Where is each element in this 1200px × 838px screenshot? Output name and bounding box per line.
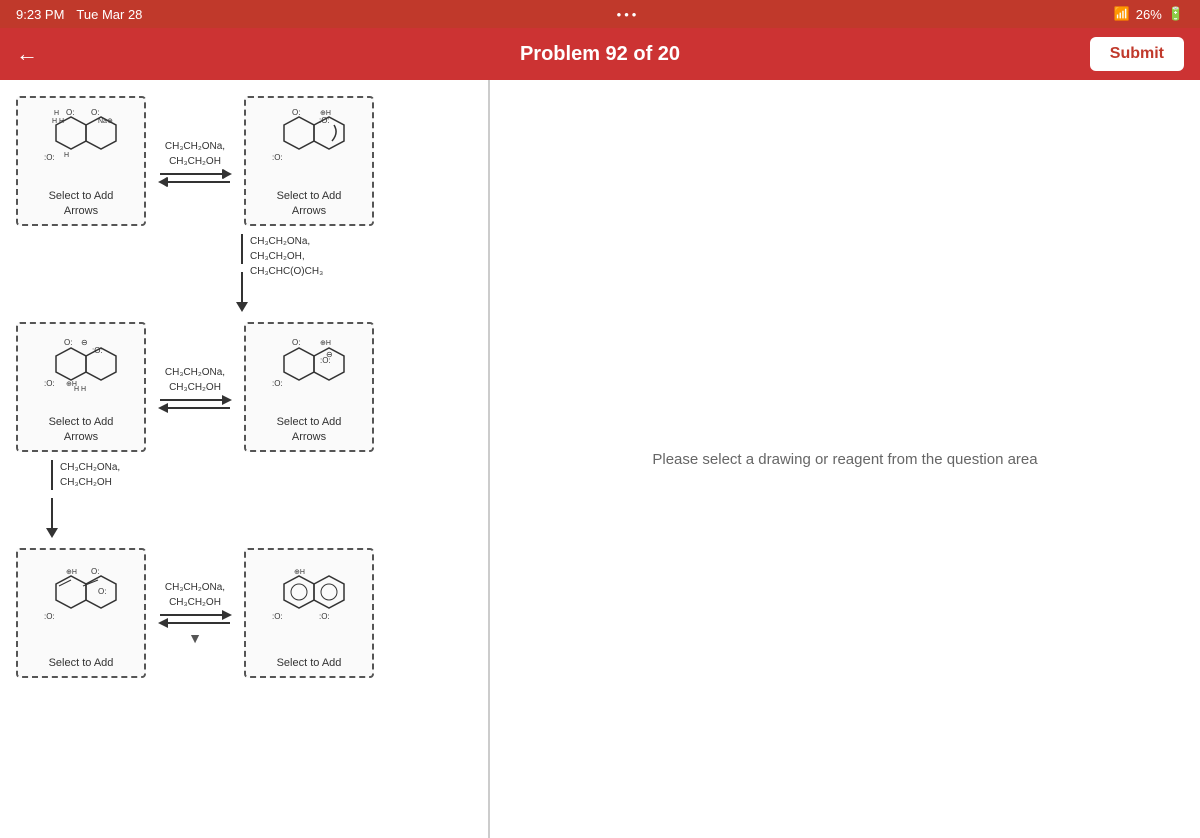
molecule-box-2-left[interactable]: O: ⊖ ⊕H :O: :O: H H Select to AddArrows <box>16 322 146 452</box>
svg-text:H: H <box>64 152 69 159</box>
select-label-3-right: Select to Add <box>277 656 342 670</box>
equilibrium-arrows-3 <box>160 614 230 624</box>
svg-text::O:: :O: <box>319 612 330 621</box>
svg-text:H: H <box>54 110 59 117</box>
svg-text:O:: O: <box>91 108 99 117</box>
svg-text::O:: :O: <box>320 356 331 365</box>
select-label-2-left: Select to AddArrows <box>49 415 114 444</box>
molecule-drawing-2-left: O: ⊖ ⊕H :O: :O: H H <box>24 330 138 411</box>
battery-level: 26% <box>1136 7 1162 22</box>
equilibrium-arrows-1 <box>160 173 230 183</box>
svg-text:O:: O: <box>64 338 72 347</box>
time: 9:23 PM <box>16 7 64 22</box>
dots-icon: ••• <box>617 7 640 22</box>
svg-text::O:: :O: <box>272 153 283 162</box>
back-icon: ← <box>16 41 38 67</box>
page-title: Problem 92 of 20 <box>520 43 680 66</box>
vertical-arrow-2: CH₃CH₂ONa,CH₃CH₂OH <box>46 460 58 538</box>
arrow-forward-1 <box>160 173 230 175</box>
svg-text:O:: O: <box>66 108 74 117</box>
arrow-area-2: CH₃CH₂ONa,CH₃CH₂OH <box>150 365 240 409</box>
reaction-row-3: ⊕H O: :O: O: Select to Add CH₃CH₂ONa,CH₃… <box>16 548 472 678</box>
answer-placeholder: Please select a drawing or reagent from … <box>652 451 1037 468</box>
select-label-2-right: Select to AddArrows <box>277 415 342 444</box>
arrow-area-1: CH₃CH₂ONa,CH₃CH₂OH <box>150 139 240 183</box>
answer-panel: Please select a drawing or reagent from … <box>490 80 1200 838</box>
status-bar: 9:23 PM Tue Mar 28 ••• 📶 26% 🔋 <box>0 0 1200 28</box>
date: Tue Mar 28 <box>76 7 142 22</box>
svg-text:⊖: ⊖ <box>81 338 88 347</box>
svg-text:H H: H H <box>52 118 64 125</box>
submit-button[interactable]: Submit <box>1090 37 1184 71</box>
back-button[interactable]: ← <box>16 41 38 67</box>
svg-text::O:: :O: <box>319 116 330 125</box>
select-label-1-left: Select to AddArrows <box>49 189 114 218</box>
molecule-box-3-right[interactable]: ⊕H :O: :O: Select to Add <box>244 548 374 678</box>
vertical-connector-2: CH₃CH₂ONa,CH₃CH₂OH <box>46 460 472 540</box>
svg-text::O:: :O: <box>92 346 103 355</box>
arrow-back-1 <box>160 181 230 183</box>
vertical-arrow-1: CH₃CH₂ONa,CH₃CH₂OH,CH₃CHC(O)CH₃ <box>236 234 248 312</box>
arrow-area-3: CH₃CH₂ONa,CH₃CH₂OH ▼ <box>150 580 240 646</box>
svg-text::O:: :O: <box>272 379 283 388</box>
svg-text:O:: O: <box>98 587 106 596</box>
status-right: 📶 26% 🔋 <box>1114 6 1184 22</box>
svg-text::O:: :O: <box>272 612 283 621</box>
molecule-box-3-left[interactable]: ⊕H O: :O: O: Select to Add <box>16 548 146 678</box>
svg-text:O:: O: <box>91 567 99 576</box>
reagent-text-1: CH₃CH₂ONa,CH₃CH₂OH <box>165 139 225 169</box>
molecule-drawing-1-left: H H H O: O: :O: H Na⊕ <box>24 104 138 185</box>
svg-text::O:: :O: <box>44 153 55 162</box>
molecule-drawing-3-right: ⊕H :O: :O: <box>252 556 366 652</box>
molecule-drawing-3-left: ⊕H O: :O: O: <box>24 556 138 652</box>
molecule-drawing-1-right: ⊕H O: :O: :O: <box>252 104 366 185</box>
svg-text::O:: :O: <box>44 379 55 388</box>
vertical-connector-1: CH₃CH₂ONa,CH₃CH₂OH,CH₃CHC(O)CH₃ <box>236 234 472 314</box>
svg-text:⊕H: ⊕H <box>66 569 77 576</box>
molecule-drawing-2-right: O: ⊕H ⊖ :O: :O: <box>252 330 366 411</box>
svg-text:H H: H H <box>74 386 86 393</box>
reaction-row-1: H H H O: O: :O: H Na⊕ Select to AddArrow… <box>16 96 472 226</box>
wifi-icon: 📶 <box>1114 6 1130 22</box>
molecule-box-1-right[interactable]: ⊕H O: :O: :O: Select to AddArrows <box>244 96 374 226</box>
molecule-box-2-right[interactable]: O: ⊕H ⊖ :O: :O: Select to AddArrows <box>244 322 374 452</box>
vertical-reagent-2: CH₃CH₂ONa,CH₃CH₂OH <box>60 460 120 490</box>
svg-text:O:: O: <box>292 108 300 117</box>
svg-text:⊕H: ⊕H <box>294 569 305 576</box>
svg-text:O:: O: <box>292 338 300 347</box>
equilibrium-arrows-2 <box>160 399 230 409</box>
reagent-text-3: CH₃CH₂ONa,CH₃CH₂OH <box>165 580 225 610</box>
select-label-3-left: Select to Add <box>49 656 114 670</box>
vertical-reagent-1: CH₃CH₂ONa,CH₃CH₂OH,CH₃CHC(O)CH₃ <box>250 234 323 279</box>
svg-text::O:: :O: <box>44 612 55 621</box>
question-panel: H H H O: O: :O: H Na⊕ Select to AddArrow… <box>0 80 490 838</box>
chevron-down-icon: ▼ <box>188 630 202 646</box>
svg-text:Na⊕: Na⊕ <box>98 118 113 125</box>
reagent-text-2: CH₃CH₂ONa,CH₃CH₂OH <box>165 365 225 395</box>
main-content: H H H O: O: :O: H Na⊕ Select to AddArrow… <box>0 80 1200 838</box>
battery-icon: 🔋 <box>1168 6 1184 22</box>
select-label-1-right: Select to AddArrows <box>277 189 342 218</box>
status-left: 9:23 PM Tue Mar 28 <box>16 7 142 22</box>
svg-text:⊕H: ⊕H <box>320 340 331 347</box>
app-header: ← Problem 92 of 20 Submit <box>0 28 1200 80</box>
molecule-box-1-left[interactable]: H H H O: O: :O: H Na⊕ Select to AddArrow… <box>16 96 146 226</box>
reaction-row-2: O: ⊖ ⊕H :O: :O: H H Select to AddArrows … <box>16 322 472 452</box>
